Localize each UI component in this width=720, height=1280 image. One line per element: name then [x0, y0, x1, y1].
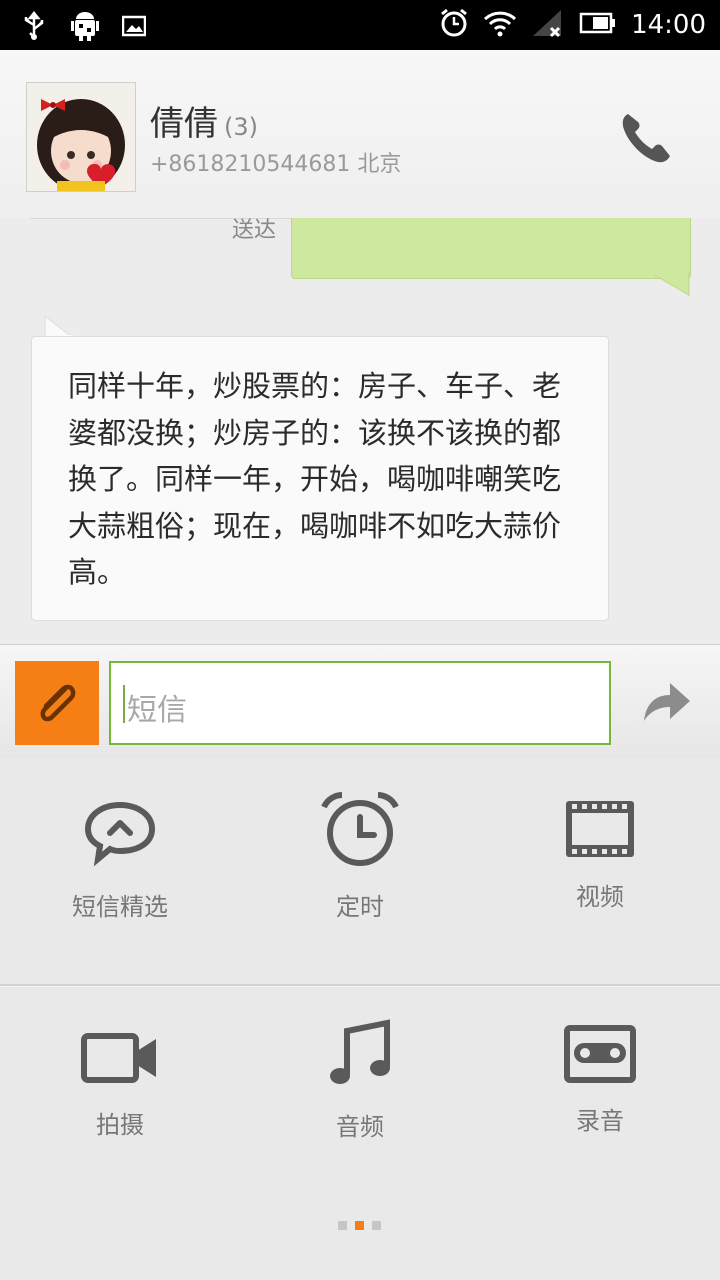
message-list[interactable]: 送达 同样十年，炒股票的：房子、车子、老婆都没换；炒房子的：该换不该换的都换了。… [0, 218, 720, 644]
battery-icon [579, 11, 617, 39]
sent-message-bubble[interactable] [291, 218, 691, 279]
signal-icon [531, 8, 565, 42]
tile-timer[interactable]: 定时 [240, 759, 480, 939]
tile-quick-sms[interactable]: 短信精选 [0, 759, 240, 939]
received-bubble-tail [44, 316, 74, 338]
phone-icon [622, 114, 670, 163]
contact-phone-location: +8618210544681 北京 [150, 152, 402, 177]
page-dot-active [355, 1221, 364, 1230]
composer-bar: 短信 [0, 644, 720, 761]
page-dot [338, 1221, 347, 1230]
contact-name: 倩倩 [150, 104, 218, 144]
tile-video[interactable]: 视频 [480, 759, 720, 939]
page-indicator [338, 1221, 381, 1230]
page-dot [372, 1221, 381, 1230]
status-bar: 14:00 [0, 0, 720, 50]
tile-recorder[interactable]: 录音 [480, 987, 720, 1167]
video-icon [566, 801, 634, 857]
contact-avatar[interactable] [26, 82, 136, 192]
sent-bubble-tail [651, 273, 690, 296]
contact-name-row: 倩倩 (3) [150, 96, 258, 145]
clock: 14:00 [631, 10, 706, 40]
send-button[interactable] [636, 673, 694, 731]
conversation-screen: 倩倩 (3) +8618210544681 北京 送达 同样十年，炒股票的：房子、… [0, 50, 720, 1280]
alarm-icon [439, 8, 469, 42]
message-count: (3) [224, 113, 258, 141]
android-debug-icon [70, 10, 100, 46]
sms-input[interactable]: 短信 [109, 661, 611, 745]
call-button[interactable] [614, 106, 678, 170]
tile-label: 录音 [576, 1107, 624, 1135]
send-arrow-icon [644, 683, 690, 721]
wifi-icon [483, 9, 517, 41]
paperclip-icon [40, 684, 76, 722]
received-message-bubble[interactable]: 同样十年，炒股票的：房子、车子、老婆都没换；炒房子的：该换不该换的都换了。同样一… [31, 336, 609, 621]
image-icon [121, 15, 147, 41]
timer-icon [321, 792, 399, 866]
text-cursor [123, 685, 125, 723]
quick-sms-icon [84, 801, 156, 867]
tile-audio[interactable]: 音频 [240, 987, 480, 1167]
attachment-panel: 短信精选 定时 视频 拍摄 音频 录音 [0, 759, 720, 1280]
tile-label: 音频 [336, 1113, 384, 1141]
attach-button[interactable] [15, 661, 99, 745]
delivery-status: 送达 [232, 218, 277, 243]
sms-input-placeholder: 短信 [127, 693, 187, 728]
tile-label: 短信精选 [72, 893, 168, 921]
received-message-text: 同样十年，炒股票的：房子、车子、老婆都没换；炒房子的：该换不该换的都换了。同样一… [68, 369, 562, 589]
tile-label: 拍摄 [96, 1111, 144, 1139]
music-icon [330, 1019, 390, 1084]
usb-icon [20, 10, 48, 45]
tile-camera[interactable]: 拍摄 [0, 987, 240, 1167]
conversation-header: 倩倩 (3) +8618210544681 北京 [0, 50, 720, 218]
camera-icon [81, 1033, 156, 1083]
tile-label: 视频 [576, 883, 624, 911]
tile-label: 定时 [336, 893, 384, 921]
recorder-icon [564, 1025, 636, 1083]
